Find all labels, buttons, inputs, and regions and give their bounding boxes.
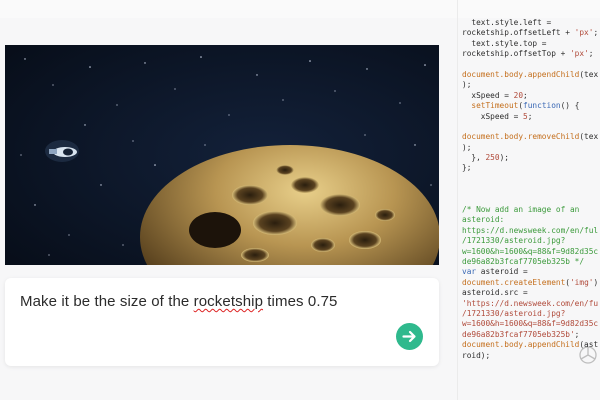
- code-line: var asteroid =: [462, 267, 598, 277]
- code-token: w=1600&h=1600&q=88&f=9d82d35c9: [462, 246, 598, 256]
- code-token: /1721330/asteroid.jpg?: [462, 236, 566, 246]
- code-token: );: [462, 142, 472, 152]
- code-line: asteroid:: [462, 215, 598, 225]
- code-line: /* Now add an image of an: [462, 205, 598, 215]
- code-token: roid);: [462, 350, 491, 360]
- submit-button[interactable]: [396, 323, 423, 350]
- code-token: asteroid:: [462, 215, 505, 225]
- code-token: );: [462, 80, 472, 90]
- code-token: xSpeed =: [462, 90, 514, 100]
- code-line: document.body.removeChild(text: [462, 132, 598, 142]
- openai-logo-icon: [579, 346, 597, 364]
- code-token: /* Now add an image of an: [462, 205, 580, 215]
- code-token: https://d.newsweek.com/en/full: [462, 225, 598, 235]
- code-line: /1721330/asteroid.jpg?: [462, 309, 598, 319]
- code-line: /1721330/asteroid.jpg?: [462, 236, 598, 246]
- rocketship-image: [45, 140, 79, 162]
- code-line: };: [462, 163, 598, 173]
- code-line: w=1600&h=1600&q=88&f=9d82d35c9: [462, 319, 598, 329]
- code-line: 'https://d.newsweek.com/en/full: [462, 299, 598, 309]
- code-token: var: [462, 267, 477, 277]
- code-token: function: [523, 101, 561, 111]
- code-token: text.style.top =: [462, 38, 552, 48]
- top-bar: [0, 0, 600, 18]
- code-token: 'px': [569, 49, 589, 59]
- code-line: xSpeed = 5;: [462, 112, 598, 122]
- code-line: text.style.top =: [462, 39, 598, 49]
- code-token: 'px': [574, 28, 594, 38]
- code-token: 'img': [569, 277, 594, 287]
- code-token: rocketship.offsetLeft +: [462, 28, 575, 38]
- code-token: ;: [574, 329, 580, 339]
- code-token: },: [462, 153, 486, 163]
- code-token: (text: [579, 69, 598, 79]
- code-line: document.createElement('img');: [462, 278, 598, 288]
- code-token: text.style.left =: [462, 18, 556, 27]
- code-token: document.body.removeChild: [462, 132, 580, 142]
- code-token: /1721330/asteroid.jpg?: [462, 308, 566, 318]
- code-line: xSpeed = 20;: [462, 91, 598, 101]
- prompt-text-after: times 0.75: [263, 293, 338, 310]
- code-line: );: [462, 143, 598, 153]
- prompt-input[interactable]: Make it be the size of the rocketship ti…: [5, 278, 439, 366]
- code-token: rocketship.offsetTop +: [462, 49, 570, 59]
- code-token: ;: [527, 111, 533, 121]
- code-token: document.body.appendChild: [462, 69, 580, 79]
- code-token: );: [499, 153, 509, 163]
- code-token: ;: [593, 28, 598, 38]
- code-token: w=1600&h=1600&q=88&f=9d82d35c9: [462, 319, 598, 329]
- code-token: xSpeed =: [462, 111, 524, 121]
- code-line: }, 250);: [462, 153, 598, 163]
- output-canvas: [5, 45, 439, 265]
- code-line: text.style.left =: [462, 18, 598, 28]
- code-token: };: [462, 163, 472, 173]
- code-token: asteroid =: [476, 267, 528, 277]
- code-line: );: [462, 80, 598, 90]
- arrow-right-icon: [402, 330, 416, 343]
- code-line: rocketship.offsetLeft + 'px';: [462, 28, 598, 38]
- code-token: );: [593, 277, 598, 287]
- code-line: w=1600&h=1600&q=88&f=9d82d35c9: [462, 247, 598, 257]
- code-token: 250: [485, 153, 500, 163]
- code-token: 'https://d.newsweek.com/en/full: [462, 298, 598, 308]
- code-token: ;: [588, 49, 594, 59]
- code-token: de96a82b3fcaf7705eb325b': [462, 329, 575, 339]
- panel-divider: [457, 0, 458, 400]
- code-token: de96a82b3fcaf7705eb325b */: [462, 256, 585, 266]
- code-token: asteroid.src =: [462, 288, 528, 298]
- code-line: https://d.newsweek.com/en/full: [462, 226, 598, 236]
- code-token: () {: [560, 101, 580, 111]
- code-token: document.body.appendChild: [462, 340, 580, 350]
- code-token: ;: [523, 90, 528, 100]
- code-line: de96a82b3fcaf7705eb325b */: [462, 257, 598, 267]
- prompt-text[interactable]: Make it be the size of the rocketship ti…: [20, 293, 337, 310]
- code-line: rocketship.offsetTop + 'px';: [462, 49, 598, 59]
- code-token: setTimeout: [471, 101, 519, 111]
- code-token: document.createElement: [462, 277, 566, 287]
- code-token: 20: [513, 90, 524, 100]
- code-token: (text: [579, 132, 598, 142]
- code-line: document.body.appendChild(text: [462, 70, 598, 80]
- space-scene: [5, 45, 439, 265]
- prompt-text-flagged-word: rocketship: [193, 293, 264, 310]
- code-line: setTimeout(function() {: [462, 101, 598, 111]
- code-line: de96a82b3fcaf7705eb325b';: [462, 330, 598, 340]
- code-panel: text.style.left = rocketship.offsetLeft …: [462, 18, 598, 378]
- prompt-text-before: Make it be the size of the: [20, 293, 194, 310]
- code-line: asteroid.src =: [462, 288, 598, 298]
